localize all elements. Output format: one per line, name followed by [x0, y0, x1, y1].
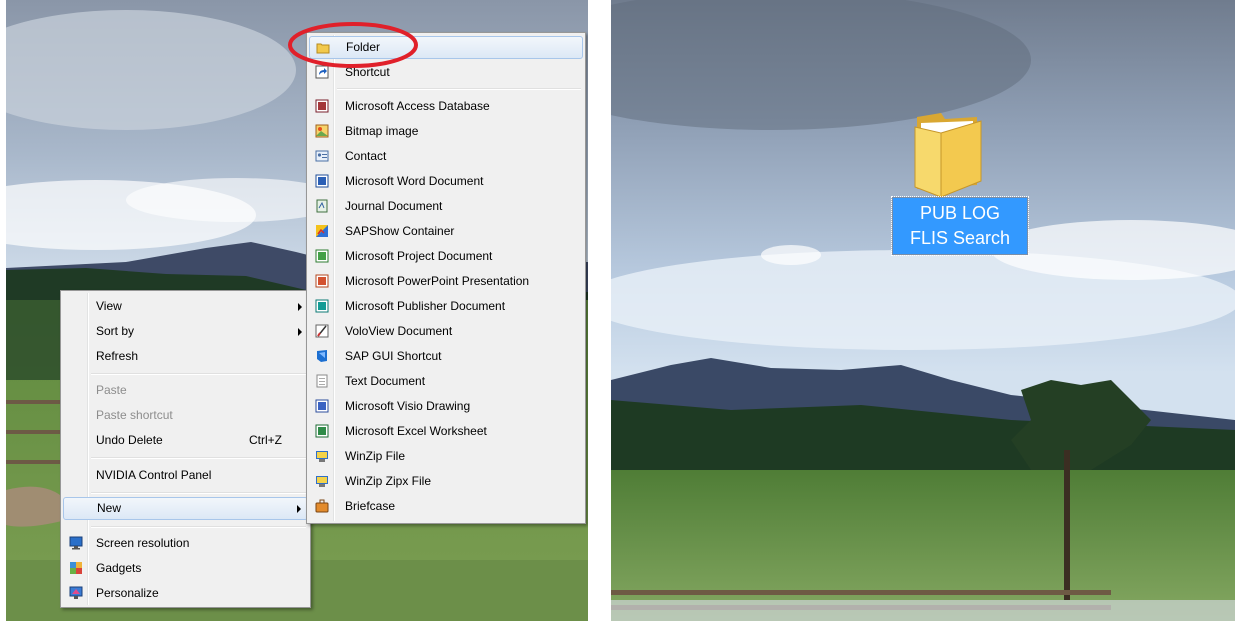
- menu-item-label: WinZip File: [345, 449, 406, 463]
- menu-item-label: NVIDIA Control Panel: [96, 468, 212, 482]
- menu-item-text-document[interactable]: Text Document: [309, 370, 583, 393]
- menu-item-word-document[interactable]: Microsoft Word Document: [309, 170, 583, 193]
- bitmap-icon: [315, 124, 329, 138]
- menu-item-label: Microsoft Visio Drawing: [345, 399, 471, 413]
- folder-name-line-1: PUB LOG: [919, 203, 1001, 223]
- menu-item-sapshow-container[interactable]: SAPShow Container: [309, 220, 583, 243]
- menu-item-visio-drawing[interactable]: Microsoft Visio Drawing: [309, 395, 583, 418]
- journal-icon: [315, 199, 329, 213]
- menu-item-label: Undo Delete: [96, 433, 163, 447]
- menu-item-gadgets[interactable]: Gadgets: [63, 557, 308, 580]
- word-icon: [315, 174, 329, 188]
- menu-item-label: Sort by: [96, 324, 135, 338]
- menu-item-screen-resolution[interactable]: Screen resolution: [63, 532, 308, 555]
- desktop-screenshot-left: View Sort by Refresh Paste Paste shortcu…: [6, 0, 588, 621]
- winzip-icon: [315, 449, 329, 463]
- project-icon: [315, 249, 329, 263]
- menu-item-label: Microsoft PowerPoint Presentation: [345, 274, 530, 288]
- menu-item-view[interactable]: View: [63, 295, 308, 318]
- menu-item-refresh[interactable]: Refresh: [63, 345, 308, 368]
- folder-name-line-2: FLIS Search: [909, 228, 1011, 248]
- new-submenu: Folder Shortcut Microsoft Access Databas…: [306, 32, 586, 524]
- submenu-arrow-icon: [298, 328, 302, 336]
- menu-item-label: Bitmap image: [345, 124, 419, 138]
- folder-name-field[interactable]: PUB LOG FLIS Search: [891, 196, 1029, 256]
- menu-item-label: Microsoft Access Database: [345, 99, 490, 113]
- menu-item-label: Briefcase: [345, 499, 396, 513]
- menu-item-label: Microsoft Publisher Document: [345, 299, 506, 313]
- menu-item-sort-by[interactable]: Sort by: [63, 320, 308, 343]
- menu-item-powerpoint-presentation[interactable]: Microsoft PowerPoint Presentation: [309, 270, 583, 293]
- menu-item-label: View: [96, 299, 122, 313]
- menu-item-label: Personalize: [96, 586, 159, 600]
- personalize-icon: [69, 586, 83, 600]
- briefcase-icon: [315, 499, 329, 513]
- desktop-wallpaper: [611, 0, 1235, 621]
- menu-item-label: Journal Document: [345, 199, 443, 213]
- menu-item-label: VoloView Document: [345, 324, 453, 338]
- menu-item-winzip-file[interactable]: WinZip File: [309, 445, 583, 468]
- publisher-icon: [315, 299, 329, 313]
- menu-item-label: WinZip Zipx File: [345, 474, 432, 488]
- visio-icon: [315, 399, 329, 413]
- sap-gui-icon: [315, 349, 329, 363]
- desktop-context-menu: View Sort by Refresh Paste Paste shortcu…: [60, 290, 311, 608]
- menu-item-nvidia-control-panel[interactable]: NVIDIA Control Panel: [63, 464, 308, 487]
- menu-item-personalize[interactable]: Personalize: [63, 582, 308, 605]
- menu-item-label: Gadgets: [96, 561, 142, 575]
- menu-item-label: SAPShow Container: [345, 224, 455, 238]
- menu-item-contact[interactable]: Contact: [309, 145, 583, 168]
- folder-icon[interactable]: [911, 105, 987, 197]
- menu-separator: [337, 88, 581, 90]
- contact-icon: [315, 149, 329, 163]
- menu-item-undo-delete[interactable]: Undo Delete Ctrl+Z: [63, 429, 308, 452]
- submenu-arrow-icon: [298, 303, 302, 311]
- menu-item-label: Contact: [345, 149, 387, 163]
- screen-resolution-icon: [69, 536, 83, 550]
- annotation-circle: [288, 22, 418, 68]
- menu-item-label: Paste: [96, 383, 127, 397]
- menu-item-voloview-document[interactable]: VoloView Document: [309, 320, 583, 343]
- menu-item-label: Microsoft Excel Worksheet: [345, 424, 487, 438]
- menu-item-label: Screen resolution: [96, 536, 190, 550]
- menu-item-label: SAP GUI Shortcut: [345, 349, 442, 363]
- menu-item-label: Text Document: [345, 374, 426, 388]
- menu-item-label: New: [97, 501, 122, 515]
- menu-item-publisher-document[interactable]: Microsoft Publisher Document: [309, 295, 583, 318]
- excel-icon: [315, 424, 329, 438]
- menu-item-sap-gui-shortcut[interactable]: SAP GUI Shortcut: [309, 345, 583, 368]
- text-document-icon: [315, 374, 329, 388]
- menu-separator: [91, 526, 306, 528]
- menu-item-bitmap-image[interactable]: Bitmap image: [309, 120, 583, 143]
- menu-item-excel-worksheet[interactable]: Microsoft Excel Worksheet: [309, 420, 583, 443]
- menu-separator: [91, 373, 306, 375]
- sapshow-icon: [315, 224, 329, 238]
- menu-item-label: Paste shortcut: [96, 408, 173, 422]
- desktop-screenshot-right: PUB LOG FLIS Search: [611, 0, 1235, 621]
- menu-item-access-database[interactable]: Microsoft Access Database: [309, 95, 583, 118]
- powerpoint-icon: [315, 274, 329, 288]
- menu-item-paste[interactable]: Paste: [63, 379, 308, 402]
- submenu-arrow-icon: [297, 505, 301, 513]
- gadgets-icon: [69, 561, 83, 575]
- menu-item-label: Microsoft Word Document: [345, 174, 484, 188]
- menu-item-winzip-zipx-file[interactable]: WinZip Zipx File: [309, 470, 583, 493]
- winzip-zipx-icon: [315, 474, 329, 488]
- menu-item-new[interactable]: New: [63, 497, 308, 520]
- menu-item-label: Microsoft Project Document: [345, 249, 493, 263]
- menu-separator: [91, 457, 306, 459]
- voloview-icon: [315, 324, 329, 338]
- menu-item-briefcase[interactable]: Briefcase: [309, 495, 583, 518]
- access-icon: [315, 99, 329, 113]
- menu-item-label: Refresh: [96, 349, 139, 363]
- menu-item-project-document[interactable]: Microsoft Project Document: [309, 245, 583, 268]
- shortcut-text: Ctrl+Z: [249, 433, 282, 447]
- menu-separator: [91, 492, 306, 494]
- menu-item-journal-document[interactable]: Journal Document: [309, 195, 583, 218]
- menu-item-paste-shortcut[interactable]: Paste shortcut: [63, 404, 308, 427]
